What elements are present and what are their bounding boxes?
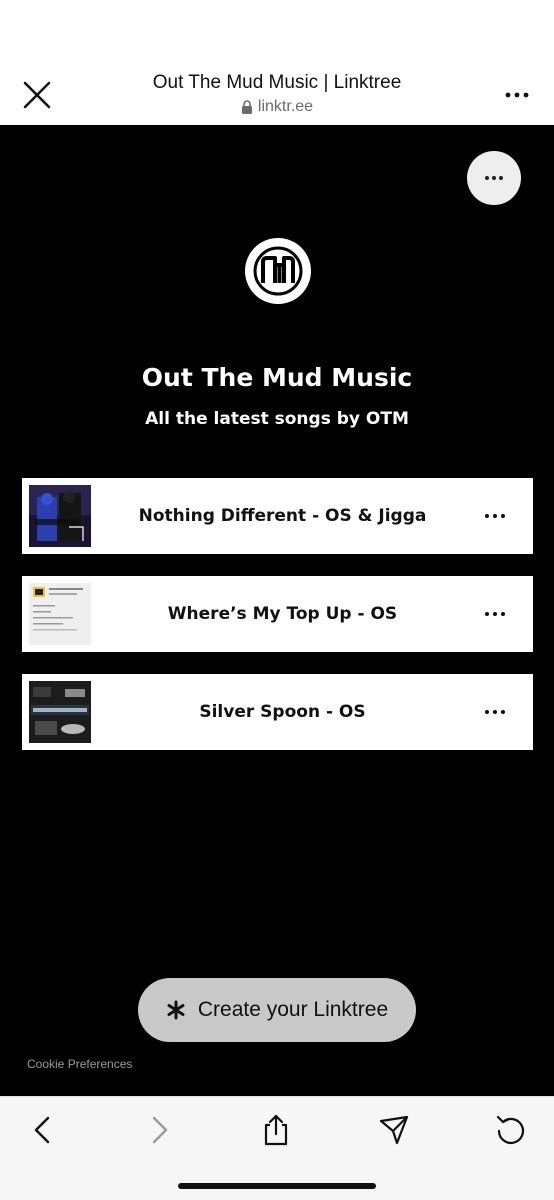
page-url: linktr.ee [241, 98, 313, 116]
reload-icon[interactable] [494, 1113, 528, 1147]
page-title: Out The Mud Music | Linktree [152, 72, 402, 93]
share-icon[interactable] [259, 1113, 293, 1147]
cover-art-silver-spoon [29, 681, 91, 743]
link-list: Nothing Different - OS & Jigga Where’s M… [22, 478, 533, 772]
create-linktree-label: Create your Linktree [197, 998, 389, 1021]
more-horizontal-icon[interactable] [504, 82, 530, 108]
avatar [245, 238, 311, 304]
cover-art-wheres-my-top-up [29, 583, 91, 645]
create-linktree-button[interactable]: Create your Linktree [138, 978, 416, 1042]
lock-icon [241, 99, 252, 114]
close-icon[interactable] [20, 78, 54, 112]
more-horizontal-icon [485, 176, 503, 180]
browser-header: Out The Mud Music | Linktree linktr.ee [0, 0, 554, 125]
otm-logo-icon [253, 246, 303, 296]
chevron-left-icon[interactable] [26, 1113, 60, 1147]
link-card-nothing-different[interactable]: Nothing Different - OS & Jigga [22, 478, 533, 554]
link-more-icon[interactable] [483, 504, 507, 528]
link-title: Nothing Different - OS & Jigga [138, 506, 427, 526]
home-indicator [178, 1183, 376, 1189]
profile-name: Out The Mud Music [141, 363, 413, 392]
send-icon[interactable] [377, 1113, 411, 1147]
link-title: Silver Spoon - OS [199, 702, 366, 722]
linktree-asterisk-icon [167, 1000, 185, 1020]
link-card-silver-spoon[interactable]: Silver Spoon - OS [22, 674, 533, 750]
profile-bio: All the latest songs by OTM [145, 409, 409, 429]
chevron-right-icon[interactable] [142, 1113, 176, 1147]
link-card-wheres-my-top-up[interactable]: Where’s My Top Up - OS [22, 576, 533, 652]
linktree-page: Out The Mud Music All the latest songs b… [0, 125, 554, 1096]
profile-options-button[interactable] [467, 151, 521, 205]
url-text: linktr.ee [257, 98, 314, 115]
link-more-icon[interactable] [483, 700, 507, 724]
browser-title-block: Out The Mud Music | Linktree linktr.ee [100, 72, 454, 119]
cookie-preferences-link[interactable]: Cookie Preferences [27, 1057, 132, 1071]
cover-art-nothing-different [29, 485, 91, 547]
link-more-icon[interactable] [483, 602, 507, 626]
browser-toolbar [0, 1096, 554, 1200]
link-title: Where’s My Top Up - OS [167, 604, 398, 624]
